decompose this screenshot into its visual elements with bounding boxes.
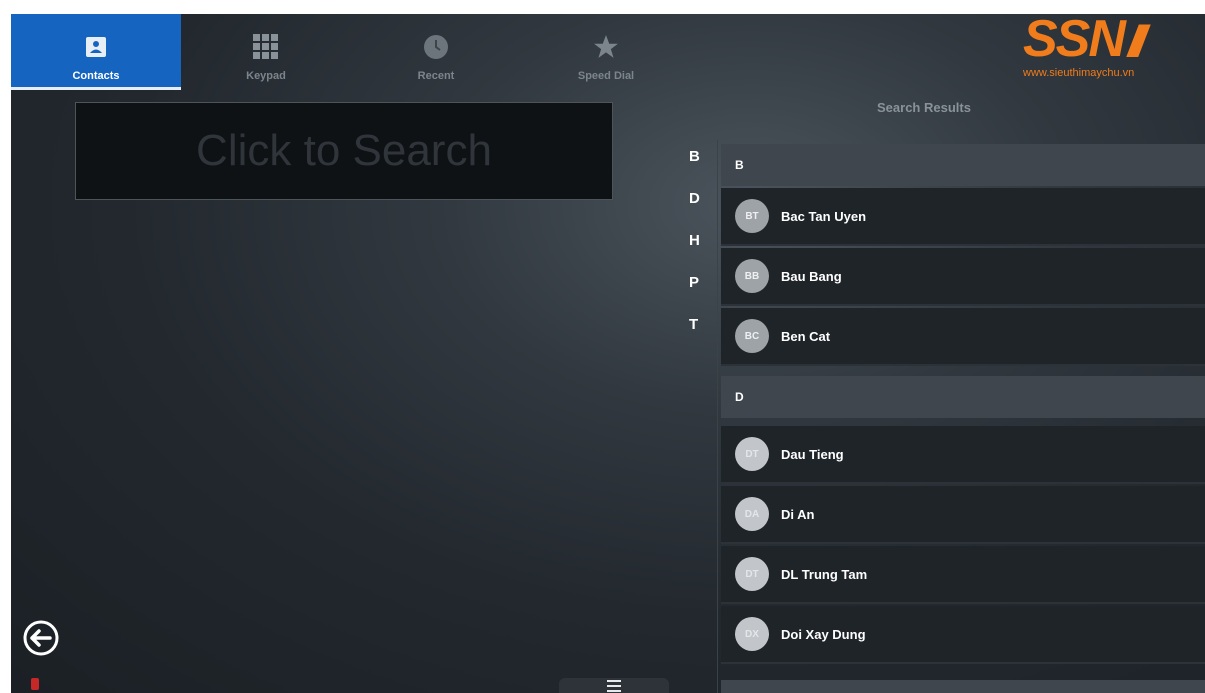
avatar: BT	[735, 199, 769, 233]
index-letter[interactable]: H	[689, 232, 700, 249]
contact-name: DL Trung Tam	[781, 566, 868, 582]
contact-name: Dau Tieng	[781, 446, 844, 462]
section-header: B	[721, 144, 1205, 186]
contact-name: Doi Xay Dung	[781, 626, 866, 642]
tab-speed-dial[interactable]: Speed Dial	[521, 14, 691, 90]
contact-row[interactable]: BC Ben Cat	[721, 308, 1205, 366]
contact-row[interactable]: DX Doi Xay Dung	[721, 606, 1205, 664]
tab-recent[interactable]: Recent	[351, 14, 521, 90]
search-input[interactable]: Click to Search	[75, 102, 613, 200]
tab-label: Keypad	[246, 70, 286, 82]
search-results-title: Search Results	[877, 100, 971, 115]
tab-contacts[interactable]: Contacts	[11, 14, 181, 90]
brand-logo: SSN//// www.sieuthimaychu.vn	[1023, 14, 1203, 84]
contacts-icon	[83, 34, 109, 60]
bottom-menu-handle[interactable]	[559, 678, 669, 693]
back-arrow-icon	[23, 620, 59, 656]
menu-icon	[607, 679, 621, 692]
contact-row[interactable]: DA Di An	[721, 486, 1205, 544]
contact-name: Bau Bang	[781, 268, 842, 284]
clock-icon	[423, 34, 449, 60]
avatar: DA	[735, 497, 769, 531]
section-header: D	[721, 376, 1205, 418]
keypad-grid-icon	[253, 34, 279, 60]
contact-row[interactable]: BB Bau Bang	[721, 248, 1205, 306]
tab-label: Contacts	[72, 70, 120, 82]
star-icon	[593, 34, 619, 60]
contact-name: Bac Tan Uyen	[781, 208, 867, 224]
avatar: DT	[735, 437, 769, 471]
tab-keypad[interactable]: Keypad	[181, 14, 351, 90]
index-letter[interactable]: T	[689, 316, 698, 333]
contact-name: Ben Cat	[781, 328, 831, 344]
tab-label: Recent	[417, 70, 455, 82]
logo-text: SSN	[1023, 14, 1126, 68]
contact-row[interactable]: DT DL Trung Tam	[721, 546, 1205, 604]
contact-list[interactable]: B BT Bac Tan Uyen BB Bau Bang BC Ben Cat…	[721, 140, 1205, 693]
index-letter[interactable]: P	[689, 274, 699, 291]
index-letter[interactable]: B	[689, 148, 700, 165]
contact-row[interactable]: DT Dau Tieng	[721, 426, 1205, 484]
logo-url: www.sieuthimaychu.vn	[1023, 67, 1135, 79]
logo-slashes: ////	[1127, 17, 1147, 66]
avatar: DT	[735, 557, 769, 591]
status-indicator	[31, 678, 39, 690]
logo-mark: SSN////	[1023, 14, 1203, 67]
avatar: DX	[735, 617, 769, 651]
contact-row[interactable]: BT Bac Tan Uyen	[721, 188, 1205, 246]
avatar: BB	[735, 259, 769, 293]
tab-bar: Contacts Keypad Recent Speed Dial	[11, 14, 711, 90]
section-header-partial	[721, 680, 1205, 693]
contact-name: Di An	[781, 506, 815, 522]
phone-screen: Contacts Keypad Recent Speed Dial SSN///…	[11, 14, 1205, 693]
avatar: BC	[735, 319, 769, 353]
alphabet-index: B D H P T	[677, 140, 718, 693]
tab-label: Speed Dial	[577, 70, 635, 82]
back-button[interactable]	[23, 620, 59, 656]
index-letter[interactable]: D	[689, 190, 700, 207]
